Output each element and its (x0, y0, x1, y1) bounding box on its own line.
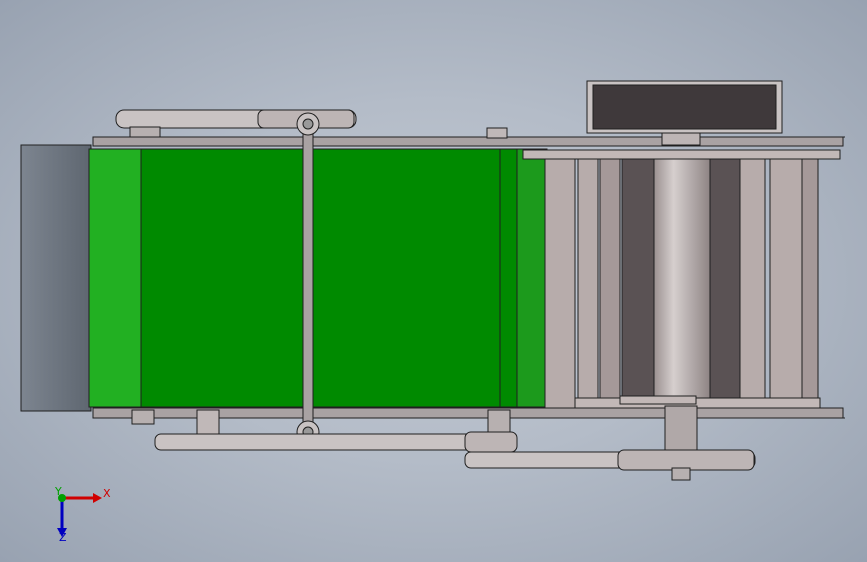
conveyor-belt[interactable] (88, 148, 548, 408)
separator-frame (522, 149, 841, 409)
left-end-guard (20, 144, 92, 412)
z-axis-label: Z (59, 531, 67, 544)
cad-viewport[interactable]: X Y Z (0, 0, 867, 562)
y-axis-label: Y (55, 485, 62, 498)
motor[interactable] (586, 80, 783, 146)
x-axis-label: X (103, 487, 111, 500)
conveyor-model-top-view[interactable] (0, 0, 867, 562)
